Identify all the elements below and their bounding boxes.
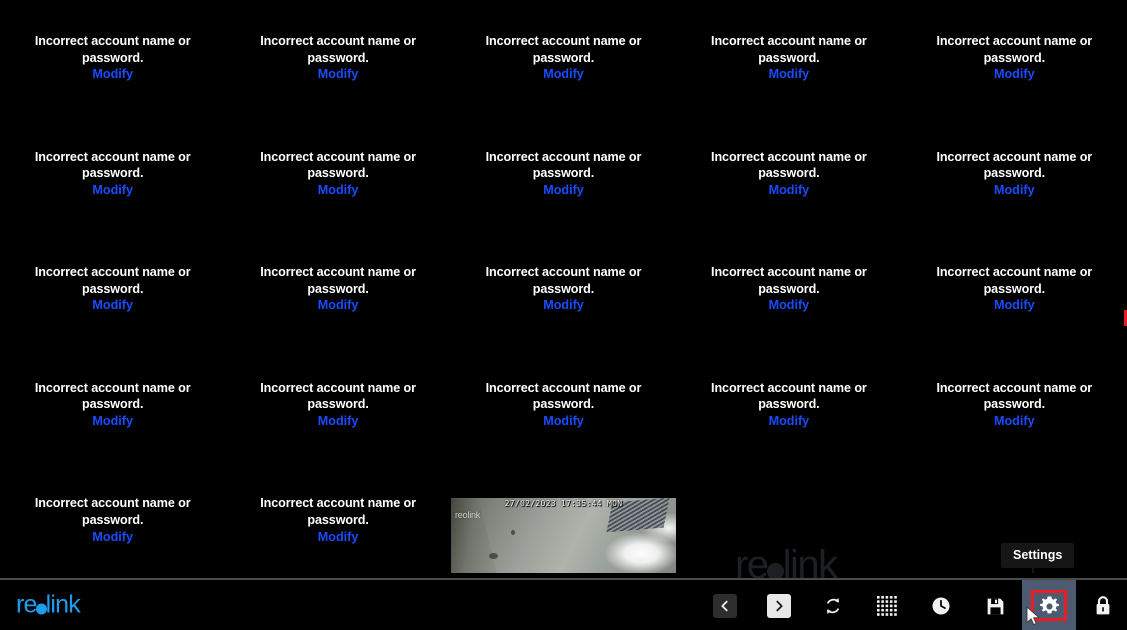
camera-error-message: Incorrect account name or password. (485, 380, 642, 412)
camera-error-message: Incorrect account name or password. (260, 34, 416, 65)
modify-credentials-link[interactable]: Modify (318, 182, 359, 199)
camera-cell-empty[interactable] (676, 462, 902, 578)
modify-credentials-link[interactable]: Modify (543, 413, 584, 430)
modify-credentials-link[interactable]: Modify (543, 297, 584, 314)
brand-link: link (45, 590, 81, 619)
modify-credentials-link[interactable]: Modify (543, 182, 584, 199)
lock-icon (1093, 595, 1113, 617)
toolbar-playback-button[interactable] (914, 580, 968, 630)
modify-credentials-link[interactable]: Modify (318, 297, 359, 314)
camera-cell-error[interactable]: Incorrect account name or password. Modif… (0, 346, 226, 463)
video-timestamp: 27/02/2023 17:35:44 MON (504, 499, 623, 509)
toolbar-tools (698, 580, 1127, 630)
toolbar-previous-page-button[interactable] (698, 580, 752, 630)
camera-cell-error[interactable]: Incorrect account name or password. Modif… (901, 0, 1127, 116)
modify-credentials-link[interactable]: Modify (92, 66, 133, 83)
brand-r: re (16, 590, 37, 619)
modify-credentials-link[interactable]: Modify (318, 66, 359, 83)
camera-cell-error[interactable]: Incorrect account name or password. Modif… (450, 231, 677, 347)
camera-error-message: Incorrect account name or password. (260, 149, 416, 181)
camera-error-message: Incorrect account name or password. (34, 34, 191, 65)
camera-cell-error[interactable]: Incorrect account name or password. Modif… (901, 115, 1127, 232)
camera-error-message: Incorrect account name or password. (34, 265, 191, 296)
camera-grid: Incorrect account name or password. Modif… (0, 0, 1127, 578)
chevron-right-icon (767, 594, 791, 618)
camera-error-message: Incorrect account name or password. (711, 380, 867, 412)
camera-error-message: Incorrect account name or password. (260, 496, 416, 527)
camera-cell-error[interactable]: Incorrect account name or password. Modif… (450, 346, 677, 463)
camera-cell-error[interactable]: Incorrect account name or password. Modif… (676, 115, 902, 232)
camera-cell-error[interactable]: Incorrect account name or password. Modif… (225, 115, 451, 232)
camera-cell-error[interactable]: Incorrect account name or password. Modif… (225, 0, 451, 116)
refresh-cycle-icon (822, 595, 844, 617)
camera-error-message: Incorrect account name or password. (260, 380, 416, 412)
modify-credentials-link[interactable]: Modify (92, 413, 133, 430)
camera-cell-error[interactable]: Incorrect account name or password. Modif… (0, 462, 226, 578)
camera-cell-error[interactable]: Incorrect account name or password. Modif… (0, 115, 226, 232)
camera-error-message: Incorrect account name or password. (34, 380, 191, 412)
selection-highlight (1031, 590, 1067, 621)
toolbar-auto-cycle-button[interactable] (806, 580, 860, 630)
modify-credentials-link[interactable]: Modify (994, 297, 1035, 314)
camera-error-message: Incorrect account name or password. (260, 265, 416, 296)
toolbar-next-page-button[interactable] (752, 580, 806, 630)
modify-credentials-link[interactable]: Modify (92, 182, 133, 199)
camera-cell-video[interactable]: 27/02/2023 17:35:44 MON reolink (450, 462, 677, 578)
camera-cell-error[interactable]: Incorrect account name or password. Modif… (676, 0, 902, 116)
modify-credentials-link[interactable]: Modify (994, 66, 1035, 83)
tooltip-label: Settings (1013, 548, 1063, 562)
camera-error-message: Incorrect account name or password. (711, 149, 867, 181)
bottom-toolbar: re link (0, 578, 1127, 630)
modify-credentials-link[interactable]: Modify (994, 182, 1035, 199)
camera-error-message: Incorrect account name or password. (936, 380, 1093, 412)
clock-icon (930, 595, 952, 617)
camera-cell-error[interactable]: Incorrect account name or password. Modif… (225, 231, 451, 347)
modify-credentials-link[interactable]: Modify (543, 66, 584, 83)
chevron-left-icon (713, 594, 737, 618)
camera-video-feed[interactable]: 27/02/2023 17:35:44 MON reolink (450, 498, 677, 574)
camera-cell-error[interactable]: Incorrect account name or password. Modif… (901, 231, 1127, 347)
reolink-logo: re link (16, 590, 81, 620)
camera-error-message: Incorrect account name or password. (485, 265, 642, 296)
modify-credentials-link[interactable]: Modify (318, 413, 359, 430)
camera-cell-error[interactable]: Incorrect account name or password. Modif… (676, 346, 902, 463)
settings-tooltip: Settings (1001, 543, 1075, 573)
toolbar-settings-button[interactable] (1022, 580, 1076, 630)
floppy-disk-icon (985, 596, 1006, 617)
modify-credentials-link[interactable]: Modify (92, 529, 133, 546)
camera-cell-error[interactable]: Incorrect account name or password. Modif… (0, 231, 226, 347)
camera-error-message: Incorrect account name or password. (936, 149, 1093, 181)
modify-credentials-link[interactable]: Modify (769, 297, 810, 314)
camera-cell-error[interactable]: Incorrect account name or password. Modif… (450, 115, 677, 232)
modify-credentials-link[interactable]: Modify (994, 413, 1035, 430)
camera-error-message: Incorrect account name or password. (711, 265, 867, 296)
camera-error-message: Incorrect account name or password. (936, 34, 1093, 65)
modify-credentials-link[interactable]: Modify (769, 66, 810, 83)
modify-credentials-link[interactable]: Modify (769, 413, 810, 430)
modify-credentials-link[interactable]: Modify (318, 529, 359, 546)
grid-layout-icon (877, 596, 897, 616)
video-watermark: reolink (455, 510, 481, 521)
camera-cell-error[interactable]: Incorrect account name or password. Modif… (676, 231, 902, 347)
camera-cell-error[interactable]: Incorrect account name or password. Modif… (901, 346, 1127, 463)
camera-error-message: Incorrect account name or password. (34, 149, 191, 181)
camera-cell-error[interactable]: Incorrect account name or password. Modif… (450, 0, 677, 116)
camera-monitor-app: Incorrect account name or password. Modif… (0, 0, 1127, 630)
modify-credentials-link[interactable]: Modify (769, 182, 810, 199)
camera-error-message: Incorrect account name or password. (936, 265, 1093, 296)
toolbar-save-button[interactable] (968, 580, 1022, 630)
modify-credentials-link[interactable]: Modify (92, 297, 133, 314)
camera-error-message: Incorrect account name or password. (711, 34, 867, 65)
camera-cell-error[interactable]: Incorrect account name or password. Modif… (0, 0, 226, 116)
camera-cell-error[interactable]: Incorrect account name or password. Modif… (225, 462, 451, 578)
camera-cell-error[interactable]: Incorrect account name or password. Modif… (225, 346, 451, 463)
toolbar-layout-button[interactable] (860, 580, 914, 630)
camera-error-message: Incorrect account name or password. (485, 149, 642, 181)
camera-error-message: Incorrect account name or password. (34, 496, 191, 527)
toolbar-lock-button[interactable] (1076, 580, 1127, 630)
camera-error-message: Incorrect account name or password. (485, 34, 642, 65)
